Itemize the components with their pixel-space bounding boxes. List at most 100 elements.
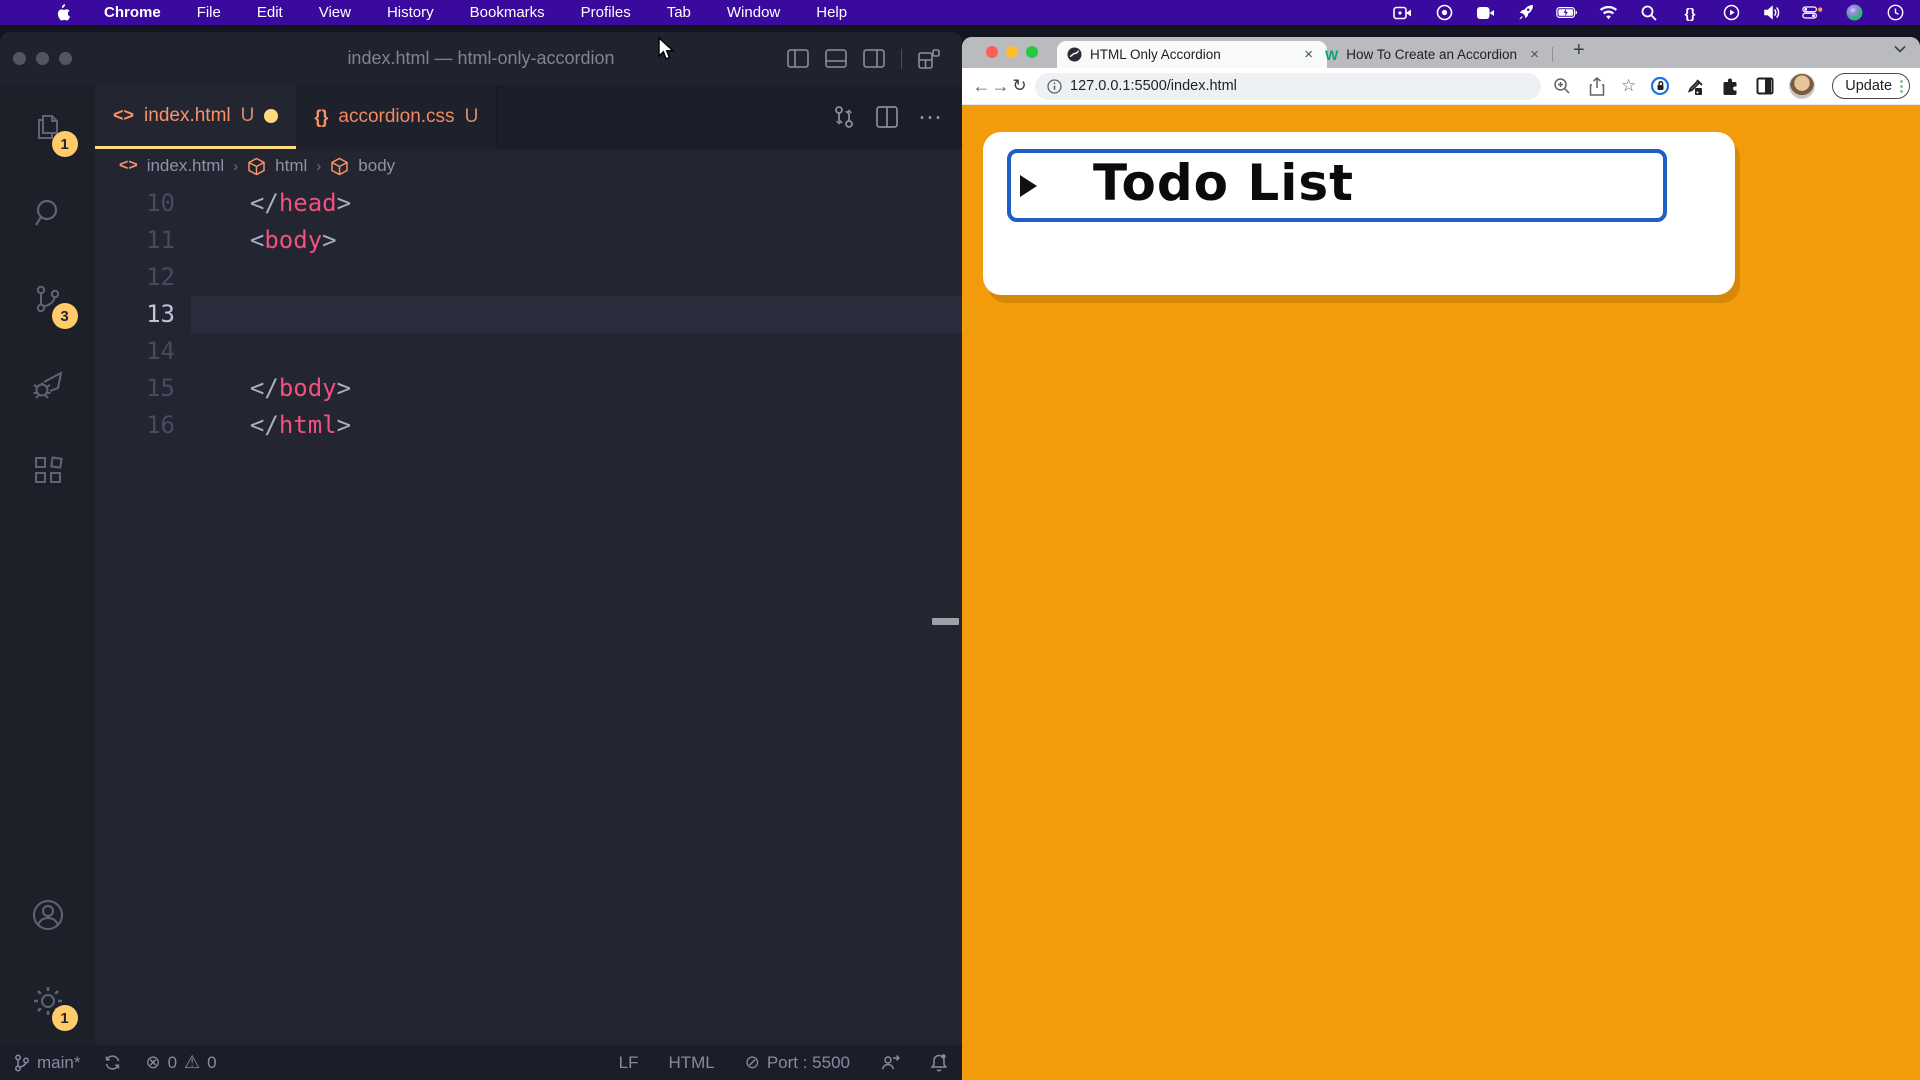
search-icon[interactable] [1638,3,1660,23]
line-content [191,259,962,296]
port-icon: ⊘ [745,1052,760,1073]
share-icon[interactable] [1586,75,1608,97]
tab-title: How To Create an Accordion [1346,47,1518,62]
breadcrumb[interactable]: <> index.html › html › body [95,149,962,183]
bookmark-star-icon[interactable]: ☆ [1621,76,1636,96]
run-debug-icon[interactable] [20,357,76,413]
git-branch-item[interactable]: main* [14,1053,80,1073]
siri-icon[interactable] [1843,3,1865,23]
minimize-window-button[interactable] [1006,46,1018,58]
settings-gear-icon[interactable]: 1 [20,973,76,1029]
close-window-button[interactable] [986,46,998,58]
account-icon[interactable] [20,887,76,943]
menu-item-help[interactable]: Help [816,4,847,21]
problems-item[interactable]: ⊗ 0 ⚠ 0 [145,1052,216,1073]
sync-changes-item[interactable] [104,1054,121,1071]
extensions-icon[interactable] [20,443,76,499]
new-tab-button[interactable]: + [1567,39,1591,62]
chrome-window: HTML Only Accordion × W How To Create an… [962,37,1920,1080]
extension-eyedropper-icon[interactable] [1684,75,1706,97]
language-mode[interactable]: HTML [668,1053,714,1073]
extension-privacy-icon[interactable] [1649,75,1671,97]
tab-close-icon[interactable]: × [1526,46,1543,63]
zoom-window-button[interactable] [1026,46,1038,58]
line-number: 13 [95,296,191,333]
scrollbar-thumb[interactable] [932,618,959,625]
menu-item-history[interactable]: History [387,4,434,21]
braces-icon[interactable]: {} [1679,3,1701,23]
tab-accordion-css[interactable]: {} accordion.css U [296,85,497,149]
extension-darkmode-icon[interactable] [1754,75,1776,97]
source-control-icon[interactable]: 3 [20,271,76,327]
css-file-icon: {} [314,107,328,128]
menu-item-bookmarks[interactable]: Bookmarks [470,4,545,21]
zoom-icon[interactable] [1551,75,1573,97]
toggle-panel-icon[interactable] [825,49,847,68]
menu-item-tab[interactable]: Tab [667,4,691,21]
wifi-icon[interactable] [1597,3,1619,23]
close-window-button[interactable] [13,52,26,65]
eol-indicator[interactable]: LF [619,1053,639,1073]
breadcrumb-node[interactable]: body [358,156,395,176]
notifications-bell-icon[interactable] [930,1053,948,1072]
chrome-tab-inactive[interactable]: W How To Create an Accordion × [1319,41,1549,68]
code-line-12[interactable]: 12 [95,259,962,296]
tab-search-chevron-icon[interactable] [1894,45,1906,53]
split-editor-icon[interactable] [876,106,898,128]
compare-changes-icon[interactable] [832,104,856,130]
battery-charging-icon[interactable] [1556,3,1578,23]
volume-icon[interactable] [1761,3,1783,23]
profile-avatar[interactable] [1789,73,1815,99]
camera-icon[interactable] [1474,3,1496,23]
code-line-15[interactable]: 15 </body> [95,370,962,407]
accordion-summary[interactable]: Todo List [1007,149,1667,222]
apple-menu-icon[interactable] [55,4,70,22]
code-line-14[interactable]: 14 [95,333,962,370]
minimize-window-button[interactable] [36,52,49,65]
code-line-10[interactable]: 10 </head> [95,185,962,222]
toggle-sidebar-icon[interactable] [787,49,809,68]
unsaved-dot-icon[interactable] [264,109,278,123]
tab-index-html[interactable]: <> index.html U [95,85,296,149]
more-actions-icon[interactable]: ⋯ [918,103,944,132]
menu-item-edit[interactable]: Edit [257,4,283,21]
play-circle-icon[interactable] [1720,3,1742,23]
line-content: </body> [191,370,962,407]
rocket-icon[interactable] [1515,3,1537,23]
clock-icon[interactable] [1884,3,1906,23]
tab-close-icon[interactable]: × [1300,46,1317,63]
address-bar[interactable]: 127.0.0.1:5500/index.html [1035,73,1541,100]
vscode-title-bar[interactable]: index.html — html-only-accordion [0,32,962,85]
extensions-puzzle-icon[interactable] [1719,75,1741,97]
feedback-icon[interactable] [880,1054,900,1071]
code-line-16[interactable]: 16 </html> [95,407,962,444]
chrome-tab-active[interactable]: HTML Only Accordion × [1057,41,1327,68]
control-center-icon[interactable] [1802,3,1824,23]
menu-item-chrome[interactable]: Chrome [104,4,161,21]
menu-item-window[interactable]: Window [727,4,780,21]
search-sidebar-icon[interactable] [20,185,76,241]
reload-button[interactable]: ↻ [1010,76,1029,96]
explorer-icon[interactable]: 1 [20,99,76,155]
record-icon[interactable] [1433,3,1455,23]
breadcrumb-file[interactable]: index.html [147,156,224,176]
menu-item-profiles[interactable]: Profiles [581,4,631,21]
chrome-tab-strip[interactable]: HTML Only Accordion × W How To Create an… [962,37,1920,68]
site-info-icon[interactable] [1047,79,1062,94]
modified-indicator: U [241,105,255,127]
menu-item-view[interactable]: View [319,4,351,21]
url-text[interactable]: 127.0.0.1:5500/index.html [1070,78,1237,94]
breadcrumb-node[interactable]: html [275,156,307,176]
code-line-11[interactable]: 11 <body> [95,222,962,259]
toggle-secondary-sidebar-icon[interactable] [863,49,885,68]
customize-layout-icon[interactable] [918,49,940,69]
code-line-13[interactable]: 13 [95,296,962,333]
back-button[interactable]: ← [972,76,991,97]
live-server-port[interactable]: ⊘ Port : 5500 [745,1052,850,1073]
menu-item-file[interactable]: File [197,4,221,21]
update-button[interactable]: Update [1832,73,1910,99]
code-editor[interactable]: 10 </head>11 <body>12131415 </body>16 </… [95,183,962,1045]
forward-button[interactable]: → [991,76,1010,97]
zoom-window-button[interactable] [59,52,72,65]
screen-record-icon[interactable] [1392,3,1414,23]
